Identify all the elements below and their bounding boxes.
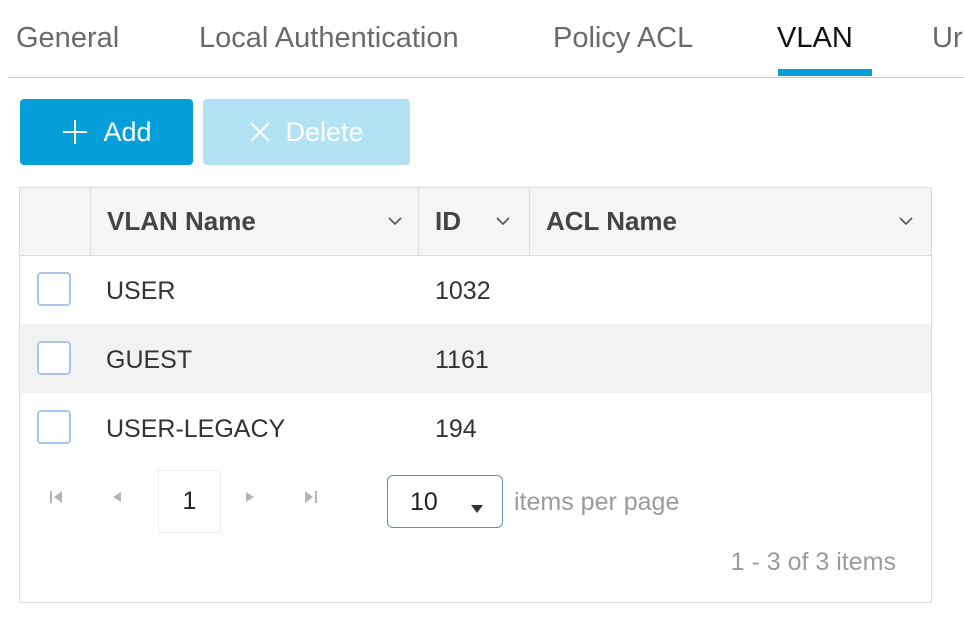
- header-id[interactable]: ID: [419, 188, 530, 255]
- chevron-down-icon[interactable]: [495, 214, 511, 232]
- vlan-name-cell: GUEST: [106, 346, 193, 374]
- next-page-icon[interactable]: [243, 489, 259, 510]
- chevron-down-icon[interactable]: [387, 214, 403, 232]
- header-vlan-name[interactable]: VLAN Name: [91, 188, 419, 255]
- vlan-name-cell: USER-LEGACY: [106, 415, 286, 443]
- row-checkbox[interactable]: [37, 341, 71, 375]
- add-button[interactable]: Add: [20, 99, 193, 165]
- vlan-table: VLAN Name ID ACL Name USER 1032 GUEST 11…: [19, 187, 932, 603]
- header-acl-name-label: ACL Name: [546, 206, 678, 236]
- last-page-icon[interactable]: [303, 489, 319, 510]
- row-checkbox[interactable]: [37, 410, 71, 444]
- tab-bar: General Local Authentication Policy ACL …: [8, 0, 964, 78]
- delete-button-label: Delete: [285, 116, 364, 147]
- caret-down-icon: [470, 501, 484, 519]
- first-page-icon[interactable]: [48, 489, 64, 510]
- items-per-page-label: items per page: [514, 488, 680, 516]
- active-tab-indicator: [778, 69, 872, 76]
- vlan-name-cell: USER: [106, 277, 176, 305]
- chevron-down-icon[interactable]: [898, 214, 914, 232]
- previous-page-icon[interactable]: [108, 489, 124, 510]
- table-row[interactable]: USER-LEGACY 194: [20, 393, 931, 462]
- row-checkbox[interactable]: [37, 272, 71, 306]
- tab-ur[interactable]: Ur: [932, 22, 963, 55]
- table-row[interactable]: GUEST 1161: [20, 324, 931, 393]
- delete-button[interactable]: Delete: [203, 99, 410, 165]
- plus-icon: [61, 118, 89, 146]
- pagination-summary: 1 - 3 of 3 items: [730, 548, 896, 576]
- items-per-page-select[interactable]: 10: [387, 475, 503, 528]
- close-icon: [249, 121, 271, 143]
- header-acl-name[interactable]: ACL Name: [530, 188, 931, 255]
- add-button-label: Add: [103, 116, 152, 147]
- tab-general[interactable]: General: [16, 22, 119, 55]
- tab-vlan[interactable]: VLAN: [777, 22, 853, 55]
- tab-local-authentication[interactable]: Local Authentication: [199, 22, 459, 55]
- current-page[interactable]: 1: [159, 471, 220, 532]
- header-vlan-name-label: VLAN Name: [107, 206, 256, 236]
- table-header: VLAN Name ID ACL Name: [20, 188, 931, 256]
- vlan-id-cell: 1032: [435, 277, 491, 305]
- header-select-column: [20, 188, 91, 255]
- items-per-page-value: 10: [410, 488, 438, 516]
- vlan-id-cell: 194: [435, 415, 477, 443]
- table-row[interactable]: USER 1032: [20, 255, 931, 324]
- header-id-label: ID: [435, 206, 461, 236]
- tab-policy-acl[interactable]: Policy ACL: [553, 22, 693, 55]
- vlan-id-cell: 1161: [435, 346, 489, 374]
